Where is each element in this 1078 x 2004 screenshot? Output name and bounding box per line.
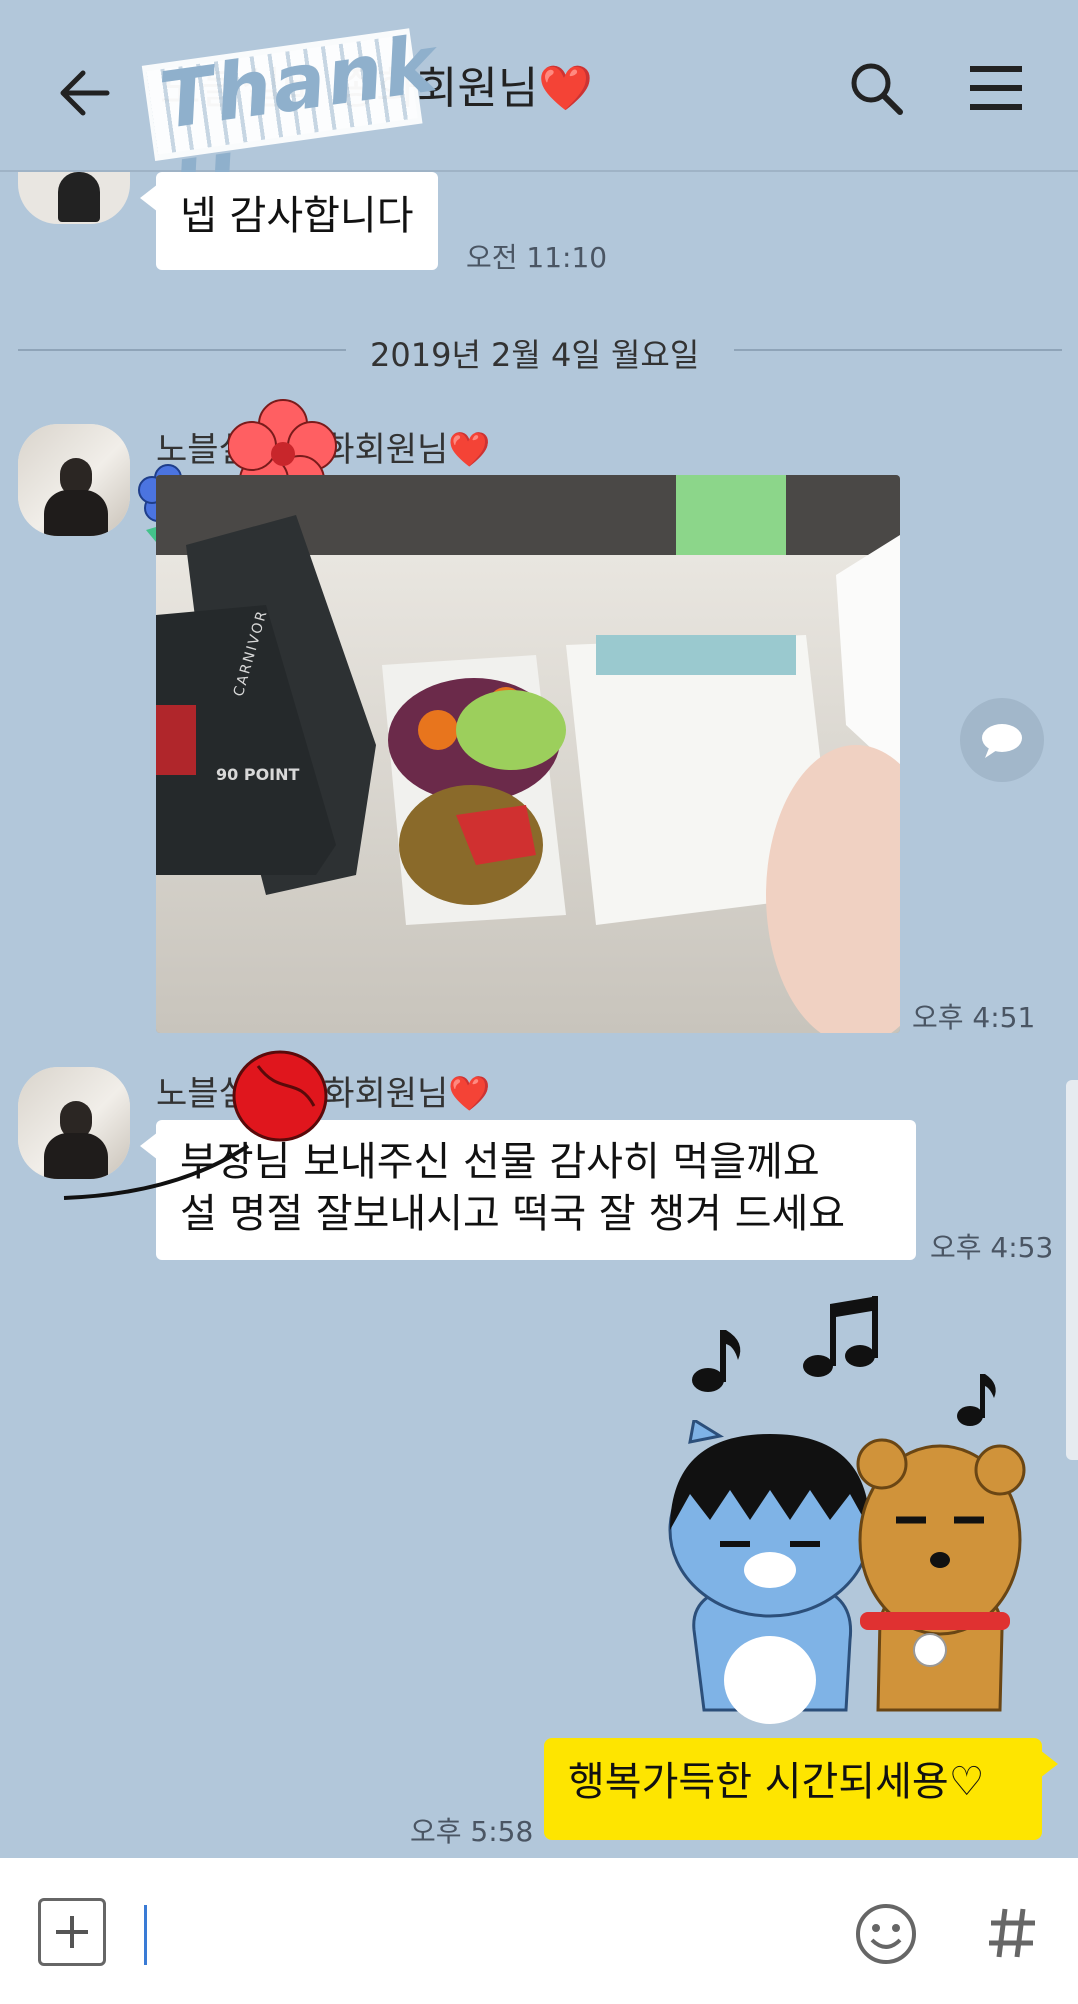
date-divider-line-right xyxy=(734,349,1062,351)
search-icon xyxy=(851,63,903,115)
menu-button[interactable] xyxy=(958,52,1034,124)
arrow-left-icon xyxy=(60,70,110,116)
emoji-icon xyxy=(856,1904,916,1964)
music-notes-icon xyxy=(680,1290,1010,1430)
message-time: 오후 4:53 xyxy=(930,1231,1054,1264)
message-input[interactable] xyxy=(130,1890,810,1980)
hamburger-menu-icon xyxy=(970,66,1022,110)
scrollbar[interactable] xyxy=(1066,1080,1078,1460)
rose-sticker-icon xyxy=(58,1036,338,1212)
emoticon-sticker[interactable] xyxy=(650,1417,1030,1730)
hashtag-icon xyxy=(989,1908,1035,1958)
shared-photo[interactable]: CARNIVOR 90 POINT xyxy=(156,475,900,1033)
message-bubble[interactable]: 넵 감사합니다 xyxy=(140,172,438,270)
gift-photo-image xyxy=(156,475,900,1033)
wine-box-badge: 90 POINT xyxy=(216,765,300,784)
attach-button[interactable] xyxy=(38,1898,106,1966)
plus-icon xyxy=(56,1916,88,1948)
date-divider-line-left xyxy=(18,349,346,351)
message-time: 오후 5:58 xyxy=(410,1815,534,1848)
sender-avatar[interactable] xyxy=(18,424,130,536)
hashtag-button[interactable] xyxy=(980,1900,1044,1966)
back-button[interactable] xyxy=(50,58,120,128)
emoji-button[interactable] xyxy=(852,1900,920,1968)
share-photo-button[interactable] xyxy=(960,698,1044,782)
message-time: 오후 4:51 xyxy=(912,1001,1036,1034)
thank-you-sticker: Thank U xyxy=(136,0,443,236)
date-divider: 2019년 2월 4일 월요일 xyxy=(370,336,700,374)
text-cursor xyxy=(144,1905,147,1965)
my-message-bubble[interactable]: 행복가득한 시간되세용♡ xyxy=(544,1738,1058,1840)
search-button[interactable] xyxy=(840,52,912,124)
message-time: 오전 11:10 xyxy=(466,241,608,274)
speech-bubble-icon xyxy=(982,724,1022,758)
